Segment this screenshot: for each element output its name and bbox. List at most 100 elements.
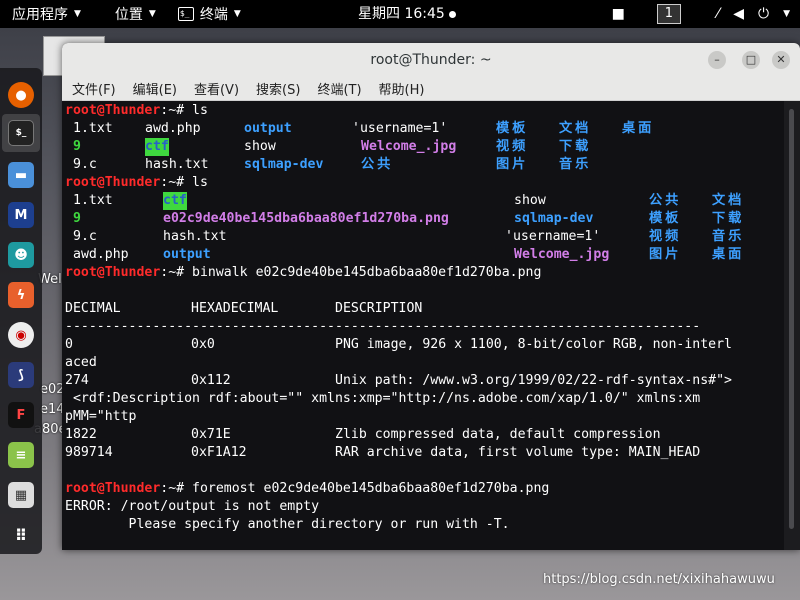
workspace-indicator[interactable]: 1	[656, 4, 681, 24]
terminal-icon[interactable]: $_	[8, 120, 34, 146]
binwalk-divider: ----------------------------------------…	[65, 319, 701, 334]
menu-help[interactable]: 帮助(H)	[379, 79, 425, 98]
menu-search[interactable]: 搜索(S)	[256, 79, 300, 98]
terminal-icon: $_	[177, 7, 194, 21]
binwalk-hex: 0x0	[191, 337, 215, 352]
metasploit-icon[interactable]: M	[8, 202, 34, 228]
notes-icon[interactable]: ≡	[8, 442, 34, 468]
applications-menu[interactable]: 应用程序 ▼	[0, 0, 87, 28]
ls-entry: awd.php	[73, 247, 129, 262]
ls-entry: 模板	[649, 211, 682, 226]
menu-file[interactable]: 文件(F)	[72, 79, 116, 98]
binwalk-decimal: 0	[65, 337, 73, 352]
binwalk-wrap: aced	[65, 355, 97, 370]
prompt-sep: :~#	[160, 103, 193, 118]
chevron-down-icon: ▼	[74, 9, 81, 19]
ls-entry: 9	[73, 211, 81, 226]
ls-entry: 下载	[559, 139, 592, 154]
ls-entry: show	[244, 139, 276, 154]
ls-entry: 9.c	[73, 157, 97, 172]
burpsuite-icon[interactable]: ϟ	[8, 282, 34, 308]
ls-entry: 下载	[712, 211, 745, 226]
firefox-icon[interactable]: ●	[8, 82, 34, 108]
prompt-sep: :~#	[160, 481, 193, 496]
binwalk-description: PNG image, 926 x 1100, 8-bit/color RGB, …	[335, 337, 732, 352]
ls-entry: 'username=1'	[505, 229, 601, 244]
dock: ● $_ ▬ M ☻ ϟ ◉ ⟆ F ≡ ▦ ⠿	[0, 68, 42, 554]
command-text: binwalk e02c9de40be145dba6baa80ef1d270ba…	[192, 265, 542, 280]
binwalk-header-decimal: DECIMAL	[65, 301, 121, 316]
window-title: root@Thunder: ~	[370, 52, 492, 68]
command-text: ls	[192, 103, 208, 118]
notification-dot-icon	[448, 10, 456, 18]
binwalk-header-hex: HEXADECIMAL	[191, 301, 279, 316]
binwalk-header-description: DESCRIPTION	[335, 301, 423, 316]
menu-terminal[interactable]: 终端(T)	[317, 79, 361, 98]
top-bar: 应用程序 ▼ 位置 ▼ $_ 终端 ▼ 星期四 16:45 ■ 1 ⁄ ◀ ⏻ …	[0, 0, 800, 28]
error-line: ERROR: /root/output is not empty	[65, 499, 320, 514]
ls-entry: 9.c	[73, 229, 97, 244]
system-tray: ■ 1 ⁄ ◀ ⏻ ▼	[598, 0, 800, 28]
ls-entry: 公共	[361, 157, 394, 172]
power-icon[interactable]: ⏻	[758, 6, 769, 22]
ls-entry: hash.txt	[163, 229, 227, 244]
ls-entry: hash.txt	[145, 157, 209, 172]
scrollbar-thumb[interactable]	[789, 109, 794, 529]
volume-icon[interactable]: ◀	[733, 6, 744, 22]
files-icon[interactable]: ▬	[8, 162, 34, 188]
ls-entry: 模板	[496, 121, 529, 136]
clock[interactable]: 星期四 16:45	[358, 0, 456, 28]
prompt-user: root@Thunder	[65, 175, 161, 190]
close-button[interactable]: ✕	[772, 51, 790, 69]
binwalk-wrap: pMM="http	[65, 409, 137, 424]
terminal-output[interactable]: root@Thunder:~# ls 1.txt awd.php output …	[62, 101, 784, 550]
show-apps-icon[interactable]: ⠿	[8, 522, 34, 548]
terminal-scrollbar[interactable]	[784, 101, 800, 550]
faraday-icon[interactable]: F	[8, 402, 34, 428]
menu-edit[interactable]: 编辑(E)	[133, 79, 177, 98]
binwalk-description: Zlib compressed data, default compressio…	[335, 427, 661, 442]
ls-entry: show	[514, 193, 546, 208]
prompt-sep: :~#	[160, 175, 193, 190]
menu-view[interactable]: 查看(V)	[194, 79, 239, 98]
ls-entry: Welcome_.jpg	[361, 139, 457, 154]
ls-entry: 9	[73, 139, 81, 154]
minimize-button[interactable]: –	[708, 51, 726, 69]
binwalk-decimal: 274	[65, 373, 89, 388]
armitage-icon[interactable]: ☻	[8, 242, 34, 268]
places-menu[interactable]: 位置 ▼	[87, 0, 162, 28]
prompt-user: root@Thunder	[65, 265, 161, 280]
maximize-button[interactable]: □	[742, 51, 760, 69]
prompt-sep: :~#	[160, 265, 193, 280]
ls-entry: Welcome_.jpg	[514, 247, 610, 262]
camera-icon[interactable]: ■	[612, 6, 625, 22]
terminal-app-menu[interactable]: $_ 终端 ▼	[162, 0, 247, 28]
ls-entry: 1.txt	[73, 193, 113, 208]
maltego-icon[interactable]: ⟆	[8, 362, 34, 388]
binwalk-description: RAR archive data, first volume type: MAI…	[335, 445, 701, 460]
ls-entry: sqlmap-dev	[514, 211, 594, 226]
prompt-user: root@Thunder	[65, 481, 161, 496]
ls-entry: 文档	[712, 193, 745, 208]
window-titlebar[interactable]: root@Thunder: ~ – □ ✕	[62, 43, 800, 77]
watermark-text: https://blog.csdn.net/xixihahawuwu	[543, 572, 775, 587]
screenshot-icon[interactable]: ▦	[8, 482, 34, 508]
binwalk-wrap: <rdf:Description rdf:about="" xmlns:xmp=…	[65, 391, 701, 406]
ls-entry: 'username=1'	[352, 121, 448, 136]
ls-entry: 图片	[496, 157, 529, 172]
network-icon[interactable]: ⁄	[717, 6, 719, 22]
ls-entry: 视频	[649, 229, 682, 244]
ls-entry: output	[244, 121, 292, 136]
ls-entry: 音乐	[559, 157, 592, 172]
ls-entry: 公共	[649, 193, 682, 208]
ls-entry: ctf	[163, 192, 187, 210]
error-line: Please specify another directory or run …	[65, 517, 510, 532]
ls-entry: awd.php	[145, 121, 201, 136]
binwalk-hex: 0xF1A12	[191, 445, 247, 460]
binwalk-hex: 0x112	[191, 373, 231, 388]
prompt-line: root@Thunder:~# foremost e02c9de40be145d…	[65, 480, 549, 498]
chevron-down-icon[interactable]: ▼	[783, 9, 790, 19]
beef-icon[interactable]: ◉	[8, 322, 34, 348]
ls-entry: 文档	[559, 121, 592, 136]
binwalk-decimal: 1822	[65, 427, 97, 442]
